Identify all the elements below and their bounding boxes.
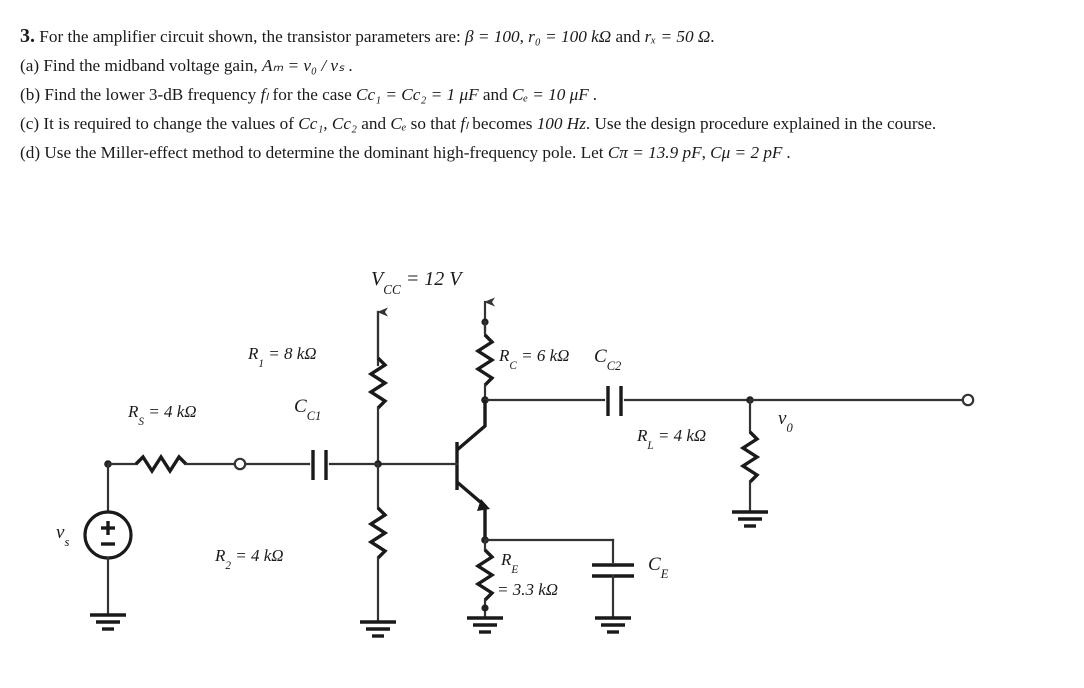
circuit-diagram: .w { stroke:#333; stroke-width:2.2; fill…: [0, 250, 1084, 688]
resistor-rs-symbol: [134, 453, 188, 475]
part-d-math-1: Cπ = 13.9 pF: [607, 143, 702, 162]
ground-re: [467, 616, 503, 634]
r2-branch: [360, 462, 396, 638]
r1-branch: [367, 307, 389, 466]
resistor-re-symbol: [474, 548, 496, 602]
param-ro: r₀ = 100 kΩ: [528, 27, 612, 46]
part-c-text-3: so that: [410, 114, 457, 133]
part-a-tag: (a): [20, 56, 40, 75]
ground-rl: [732, 510, 768, 528]
rc-branch: [474, 297, 496, 404]
comma-1: ,: [519, 27, 524, 46]
label-rs: RS = 4 kΩ: [128, 402, 197, 428]
part-c-tag: (c): [20, 114, 40, 133]
param-rx: rₓ = 50 Ω: [644, 27, 711, 46]
part-c-math-3: fₗ: [460, 114, 468, 133]
output-terminal-vo: [961, 393, 975, 407]
period-1: .: [710, 27, 715, 46]
rl-branch: [732, 398, 768, 528]
label-vs: vs: [56, 522, 70, 550]
param-beta: β = 100: [465, 27, 520, 46]
part-b-math-3: Cₑ = 10 μF .: [512, 85, 598, 104]
problem-line-c: (c) It is required to change the values …: [20, 109, 1070, 138]
part-c-text: It is required to change the values of: [43, 114, 294, 133]
label-re: RE: [501, 550, 519, 576]
part-b-text-2: for the case: [272, 85, 352, 104]
label-cc2: CC2: [594, 346, 622, 374]
label-rc: RC = 6 kΩ: [499, 346, 570, 372]
input-path: [104, 450, 380, 480]
problem-line-b: (b) Find the lower 3-dB frequency fₗ for…: [20, 80, 1070, 109]
resistor-rl-symbol: [739, 430, 761, 484]
part-b-tag: (b): [20, 85, 41, 104]
label-vo: v0: [778, 408, 793, 436]
part-d-math-2: Cμ = 2 pF .: [710, 143, 792, 162]
circuit-svg: .w { stroke:#333; stroke-width:2.2; fill…: [83, 297, 975, 638]
ground-vs: [90, 613, 126, 631]
part-c-text-2: and: [361, 114, 387, 133]
label-rl: RL = 4 kΩ: [637, 426, 707, 452]
part-a-text: Find the midband voltage gain,: [43, 56, 258, 75]
label-cc1: CC1: [294, 396, 322, 424]
part-d-tag: (d): [20, 143, 41, 162]
conjunction-and-1: and: [615, 27, 641, 46]
part-b-text-3: and: [482, 85, 508, 104]
problem-statement: 3. For the amplifier circuit shown, the …: [20, 22, 1070, 167]
transistor-emitter-lead: [455, 480, 487, 540]
problem-intro-text: For the amplifier circuit shown, the tra…: [39, 27, 461, 46]
label-ce: CE: [648, 554, 669, 582]
part-c-math-2: Cₑ: [390, 114, 407, 133]
problem-number: 3.: [20, 25, 35, 47]
part-c-text-4: becomes: [472, 114, 533, 133]
transistor-collector-lead: [455, 400, 487, 452]
transistor-q1: [374, 400, 490, 540]
part-c-text-5: . Use the design procedure explained in …: [585, 114, 937, 133]
input-terminal-open: [233, 457, 247, 471]
comma-2: ,: [701, 143, 706, 162]
ground-r2: [360, 620, 396, 638]
output-path: [483, 386, 975, 416]
problem-line-d: (d) Use the Miller-effect method to dete…: [20, 138, 1070, 167]
part-a-math: Aₘ = v₀ / vₛ .: [262, 56, 354, 75]
resistor-r2-symbol: [367, 506, 389, 560]
problem-line-intro: 3. For the amplifier circuit shown, the …: [20, 22, 1070, 51]
ground-ce: [595, 616, 631, 634]
label-vcc: VCC = 12 V: [371, 268, 462, 297]
problem-line-a: (a) Find the midband voltage gain, Aₘ = …: [20, 51, 1070, 80]
label-r1: R1 = 8 kΩ: [248, 344, 317, 370]
label-re-value: = 3.3 kΩ: [497, 580, 559, 599]
voltage-source-vs: [83, 462, 133, 631]
part-b-math-1: fₗ: [260, 85, 269, 104]
label-r2: R2 = 4 kΩ: [215, 546, 284, 572]
re-bottom-node-dot: [481, 604, 489, 612]
part-d-text: Use the Miller-effect method to determin…: [44, 143, 604, 162]
part-b-text: Find the lower 3-dB frequency: [44, 85, 257, 104]
part-c-math-4: 100 Hz: [536, 114, 586, 133]
part-c-math-1: Cс₁, Cс₂: [298, 114, 357, 133]
part-b-math-2: Cс₁ = Cс₂ = 1 μF: [356, 85, 479, 104]
resistor-rc-symbol: [474, 333, 496, 387]
